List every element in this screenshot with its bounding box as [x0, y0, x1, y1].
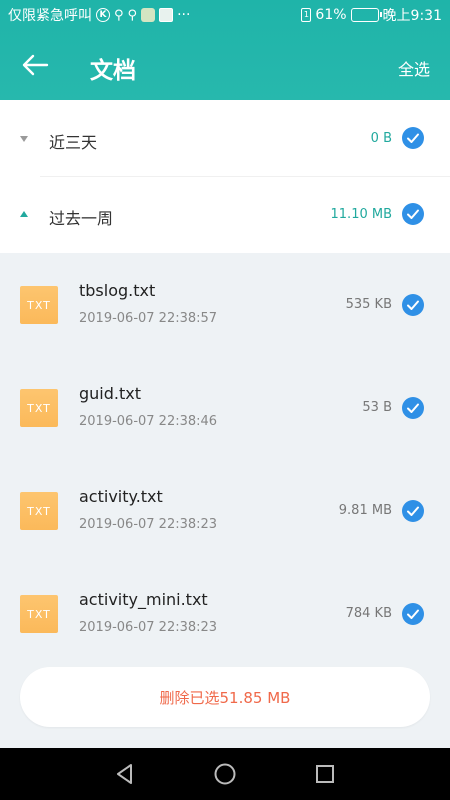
- group-label: 过去一周: [49, 209, 114, 228]
- nav-home-icon[interactable]: [213, 762, 237, 786]
- nav-recents-icon[interactable]: [313, 762, 337, 786]
- status-bar: 仅限紧急呼叫 K ⚲ ⚲ ··· 1 61% 晚上9:31: [0, 0, 450, 30]
- delete-selected-button[interactable]: 删除已选51.85 MB: [20, 667, 430, 727]
- system-nav-bar: [0, 748, 450, 800]
- check-icon[interactable]: [402, 397, 424, 419]
- usb-icon: ⚲: [114, 7, 124, 23]
- image-notification-icon: [159, 8, 174, 22]
- file-name: activity.txt: [79, 487, 163, 506]
- file-size: 53 B: [362, 400, 392, 415]
- txt-file-icon: TXT: [20, 286, 58, 324]
- check-icon[interactable]: [402, 603, 424, 625]
- file-name: guid.txt: [79, 384, 141, 403]
- carrier-text: 仅限紧急呼叫: [8, 8, 92, 24]
- txt-file-icon: TXT: [20, 389, 58, 427]
- file-size: 535 KB: [345, 297, 392, 312]
- file-row[interactable]: TXT tbslog.txt 2019-06-07 22:38:57 535 K…: [0, 253, 450, 356]
- txt-file-icon: TXT: [20, 595, 58, 633]
- more-icon: ···: [177, 7, 191, 23]
- txt-file-icon: TXT: [20, 492, 58, 530]
- page-title: 文档: [90, 58, 136, 84]
- group-label: 近三天: [49, 133, 98, 152]
- usb-icon-2: ⚲: [127, 7, 138, 23]
- file-size: 9.81 MB: [338, 503, 392, 518]
- group-section: 近三天 0 B 过去一周 11.10 MB: [0, 100, 450, 253]
- file-size: 784 KB: [345, 606, 392, 621]
- file-date: 2019-06-07 22:38:46: [79, 414, 218, 429]
- nav-back-icon[interactable]: [113, 762, 137, 786]
- group-row-past-week[interactable]: 过去一周 11.10 MB: [0, 177, 450, 253]
- app-header: 仅限紧急呼叫 K ⚲ ⚲ ··· 1 61% 晚上9:31 文档 全选: [0, 0, 450, 100]
- check-icon[interactable]: [402, 203, 424, 225]
- k-icon: K: [96, 8, 110, 22]
- group-size: 11.10 MB: [330, 207, 392, 222]
- status-time: 晚上9:31: [382, 8, 442, 24]
- file-row[interactable]: TXT activity.txt 2019-06-07 22:38:23 9.8…: [0, 459, 450, 562]
- file-date: 2019-06-07 22:38:57: [79, 311, 218, 326]
- back-button[interactable]: [20, 50, 52, 80]
- app-notification-icon: [141, 8, 156, 22]
- battery-percent: 61%: [315, 7, 347, 23]
- group-size: 0 B: [370, 131, 392, 146]
- check-icon[interactable]: [402, 500, 424, 522]
- status-left: 仅限紧急呼叫 K ⚲ ⚲ ···: [8, 5, 190, 25]
- check-icon[interactable]: [402, 294, 424, 316]
- nav-bar: 文档 全选: [0, 30, 450, 100]
- back-arrow-icon: [22, 54, 49, 76]
- check-icon[interactable]: [402, 127, 424, 149]
- caret-up-icon: [20, 211, 28, 217]
- caret-down-icon: [20, 136, 28, 142]
- select-all-button[interactable]: 全选: [398, 56, 430, 80]
- file-date: 2019-06-07 22:38:23: [79, 620, 218, 635]
- file-name: activity_mini.txt: [79, 590, 208, 609]
- battery-icon: [350, 8, 382, 22]
- status-right: 1 61% 晚上9:31: [301, 5, 442, 25]
- group-row-recent-three-days[interactable]: 近三天 0 B: [0, 100, 450, 176]
- sim-icon: 1: [301, 8, 312, 22]
- file-row[interactable]: TXT activity_mini.txt 2019-06-07 22:38:2…: [0, 562, 450, 665]
- file-date: 2019-06-07 22:38:23: [79, 517, 218, 532]
- file-row[interactable]: TXT guid.txt 2019-06-07 22:38:46 53 B: [0, 356, 450, 459]
- file-name: tbslog.txt: [79, 281, 156, 300]
